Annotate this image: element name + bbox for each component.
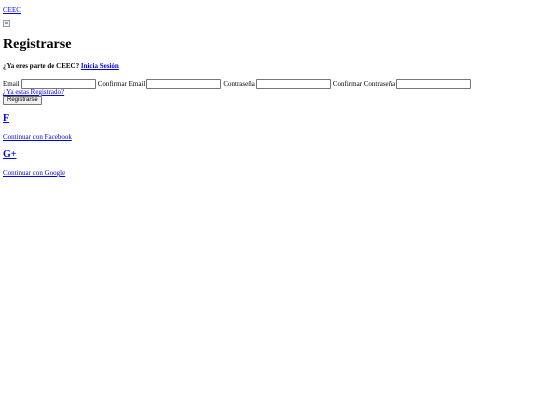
facebook-login-link[interactable]: Continuar con Facebook [3, 133, 72, 141]
google-login-link[interactable]: Continuar con Google [3, 169, 65, 177]
already-registered-link[interactable]: ¿Ya estas Registrado? [3, 88, 64, 96]
login-link[interactable]: Inicia Sesión [81, 62, 119, 70]
facebook-icon[interactable]: F [3, 113, 9, 125]
password-label: Contraseña [223, 80, 255, 88]
already-member-prompt: ¿Ya eres parte de CEEC? Inicia Sesión [3, 62, 119, 71]
broken-image-icon [3, 20, 10, 27]
brand-link[interactable]: CEEC [3, 6, 21, 14]
confirm-email-label: Confirmar Email [97, 80, 146, 88]
confirm-email-field[interactable] [146, 79, 222, 89]
email-label: Email [3, 80, 20, 88]
confirm-password-field[interactable] [396, 79, 472, 89]
register-button[interactable]: Registrarse [3, 96, 42, 105]
page-title: Registrarse [3, 37, 72, 52]
confirm-password-label: Confirmar Contraseña [332, 80, 396, 88]
already-member-text: ¿Ya eres parte de CEEC? [3, 62, 80, 70]
form-fields-row: Email Confirmar Email Contraseña Confirm… [3, 79, 473, 89]
password-field[interactable] [255, 79, 331, 89]
google-plus-icon[interactable]: G+ [3, 149, 16, 161]
